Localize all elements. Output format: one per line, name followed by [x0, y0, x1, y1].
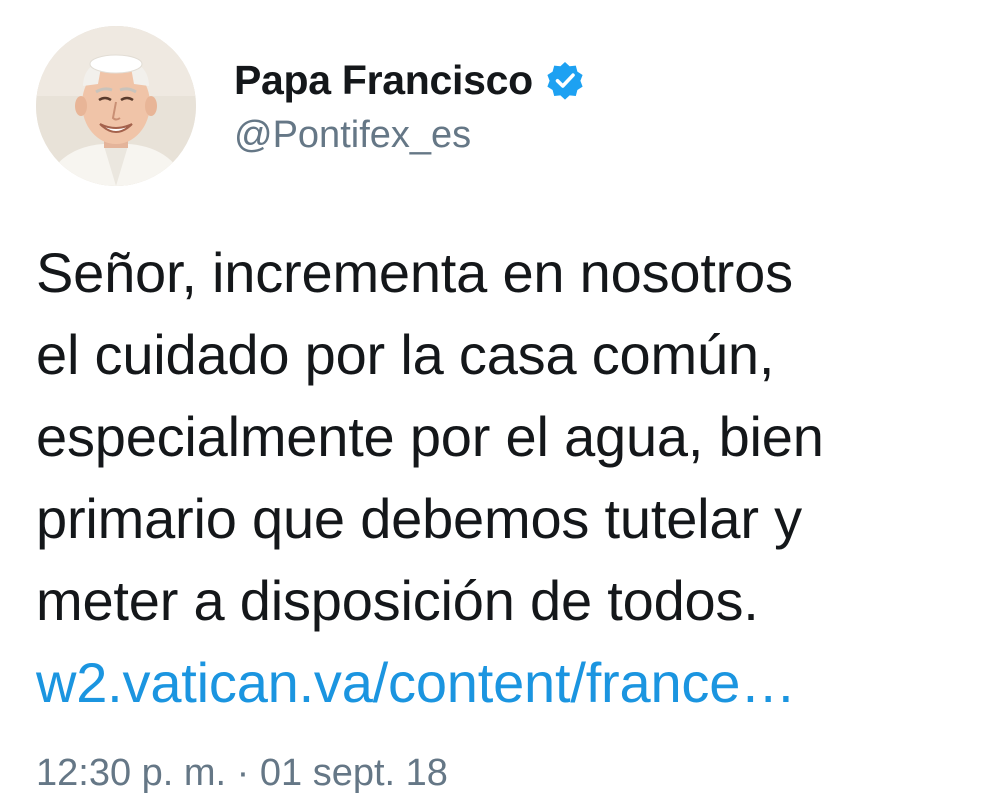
tweet-text-line: el cuidado por la casa común, — [36, 323, 775, 386]
author-handle[interactable]: @Pontifex_es — [234, 114, 471, 157]
tweet-link[interactable]: w2.vatican.va/content/france… — [36, 642, 996, 724]
tweet-text-line: primario que debemos tutelar y — [36, 487, 802, 550]
verified-badge-icon — [545, 60, 585, 100]
tweet-card: Papa Francisco @Pontifex_es Señor, incre… — [0, 0, 1005, 811]
tweet-text: Señor, incrementa en nosotros el cuidado… — [36, 232, 996, 724]
author-display-name[interactable]: Papa Francisco — [234, 57, 533, 104]
tweet-timestamp[interactable]: 12:30 p. m. · 01 sept. 18 — [36, 752, 448, 795]
profile-avatar[interactable] — [36, 26, 196, 186]
author-name-row: Papa Francisco — [234, 52, 585, 108]
tweet-text-line: Señor, incrementa en nosotros — [36, 241, 793, 304]
profile-photo — [36, 26, 196, 186]
tweet-text-line: meter a disposición de todos. — [36, 569, 759, 632]
tweet-text-line: especialmente por el agua, bien — [36, 405, 824, 468]
